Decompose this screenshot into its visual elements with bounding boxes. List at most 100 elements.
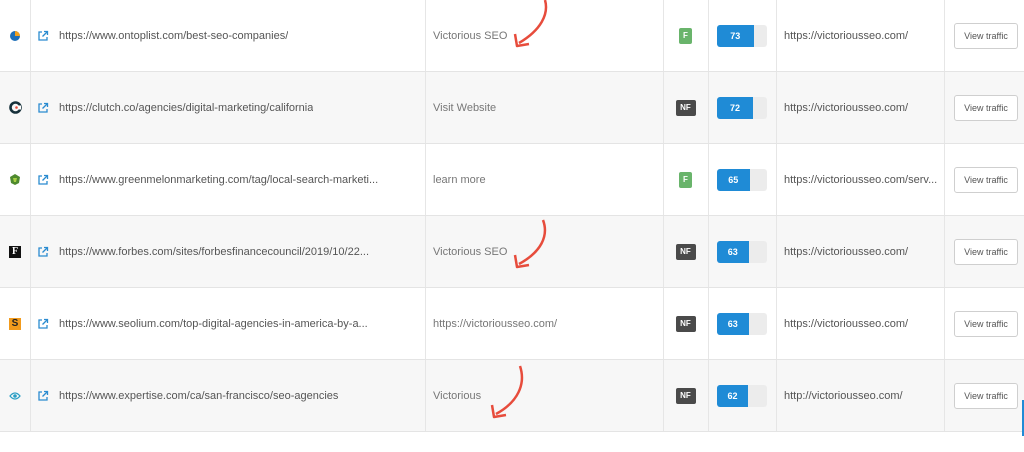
expertise-icon <box>8 389 22 403</box>
view-traffic-button[interactable]: View traffic <box>954 22 1018 49</box>
table-row: https://www.expertise.com/ca/san-francis… <box>0 360 1024 432</box>
link-type-cell: NF <box>663 288 708 359</box>
anchor-text: https://victoriousseo.com/ <box>433 317 558 330</box>
source-url-link[interactable]: https://www.forbes.com/sites/forbesfinan… <box>59 246 369 258</box>
action-cell: View traffic <box>944 72 1024 143</box>
favicon-cell: F <box>0 216 30 287</box>
table-row: https://www.ontoplist.com/best-seo-compa… <box>0 0 1024 72</box>
domain-rating-cell: 72 <box>708 72 776 143</box>
domain-rating-value: 73 <box>730 30 741 41</box>
source-url-link[interactable]: https://clutch.co/agencies/digital-marke… <box>59 102 313 114</box>
table-row: Shttps://www.seolium.com/top-digital-age… <box>0 288 1024 360</box>
anchor-cell: learn more <box>425 144 663 215</box>
domain-rating-value: 63 <box>727 246 738 257</box>
link-type-cell: NF <box>663 360 708 431</box>
link-type-badge: NF <box>675 315 696 332</box>
target-url-cell: https://victoriousseo.com/ <box>776 0 944 71</box>
link-type-cell: F <box>663 0 708 71</box>
source-url-cell: https://www.seolium.com/top-digital-agen… <box>30 288 425 359</box>
favicon-cell <box>0 72 30 143</box>
link-type-cell: F <box>663 144 708 215</box>
source-url-cell: https://www.greenmelonmarketing.com/tag/… <box>30 144 425 215</box>
backlinks-table: https://www.ontoplist.com/best-seo-compa… <box>0 0 1024 432</box>
favicon-cell <box>0 0 30 71</box>
action-cell: View traffic <box>944 144 1024 215</box>
link-type-badge: NF <box>675 99 696 116</box>
link-type-cell: NF <box>663 216 708 287</box>
link-type-badge: NF <box>675 243 696 260</box>
favicon-cell <box>0 360 30 431</box>
link-type-badge: NF <box>675 387 696 404</box>
target-url-cell: http://victoriousseo.com/ <box>776 360 944 431</box>
domain-rating-cell: 63 <box>708 288 776 359</box>
domain-rating-cell: 63 <box>708 216 776 287</box>
seolium-icon: S <box>8 317 22 331</box>
target-url-cell: https://victoriousseo.com/ <box>776 288 944 359</box>
domain-rating-bar: 63 <box>717 240 767 263</box>
target-url-text: https://victoriousseo.com/serv... <box>784 173 938 186</box>
anchor-text: Victorious SEO <box>433 245 508 258</box>
target-url-text: http://victoriousseo.com/ <box>784 389 903 402</box>
external-link-icon[interactable] <box>37 30 49 42</box>
domain-rating-value: 72 <box>729 102 740 113</box>
view-traffic-button[interactable]: View traffic <box>954 166 1018 193</box>
favicon-cell: S <box>0 288 30 359</box>
domain-rating-bar: 62 <box>717 384 767 407</box>
domain-rating-bar: 72 <box>717 96 767 119</box>
view-traffic-button[interactable]: View traffic <box>954 310 1018 337</box>
source-url-cell: https://www.expertise.com/ca/san-francis… <box>30 360 425 431</box>
table-row: https://www.greenmelonmarketing.com/tag/… <box>0 144 1024 216</box>
external-link-icon[interactable] <box>37 246 49 258</box>
table-row: Fhttps://www.forbes.com/sites/forbesfina… <box>0 216 1024 288</box>
domain-rating-value: 65 <box>728 174 739 185</box>
source-url-cell: https://www.forbes.com/sites/forbesfinan… <box>30 216 425 287</box>
source-url-link[interactable]: https://www.seolium.com/top-digital-agen… <box>59 318 368 330</box>
target-url-cell: https://victoriousseo.com/ <box>776 72 944 143</box>
ontoplist-icon <box>8 29 22 43</box>
target-url-text: https://victoriousseo.com/ <box>784 29 909 42</box>
external-link-icon[interactable] <box>37 318 49 330</box>
action-cell: View traffic <box>944 216 1024 287</box>
link-type-cell: NF <box>663 72 708 143</box>
action-cell: View traffic <box>944 288 1024 359</box>
table-row: https://clutch.co/agencies/digital-marke… <box>0 72 1024 144</box>
view-traffic-button[interactable]: View traffic <box>954 94 1018 121</box>
domain-rating-value: 62 <box>727 390 738 401</box>
source-url-link[interactable]: https://www.expertise.com/ca/san-francis… <box>59 390 338 402</box>
domain-rating-bar: 73 <box>717 24 767 47</box>
greenmelon-icon <box>8 173 22 187</box>
target-url-text: https://victoriousseo.com/ <box>784 101 909 114</box>
external-link-icon[interactable] <box>37 174 49 186</box>
external-link-icon[interactable] <box>37 102 49 114</box>
anchor-cell: Victorious SEO <box>425 0 663 71</box>
anchor-text: Victorious SEO <box>433 29 508 42</box>
target-url-cell: https://victoriousseo.com/ <box>776 216 944 287</box>
anchor-cell: https://victoriousseo.com/ <box>425 288 663 359</box>
anchor-text: Victorious <box>433 389 482 402</box>
link-type-badge: F <box>679 171 692 188</box>
anchor-cell: Visit Website <box>425 72 663 143</box>
target-url-text: https://victoriousseo.com/ <box>784 317 909 330</box>
view-traffic-button[interactable]: View traffic <box>954 382 1018 409</box>
domain-rating-bar: 63 <box>717 312 767 335</box>
clutch-icon <box>8 101 22 115</box>
domain-rating-cell: 65 <box>708 144 776 215</box>
target-url-text: https://victoriousseo.com/ <box>784 245 909 258</box>
action-cell: View traffic <box>944 360 1024 431</box>
action-cell: View traffic <box>944 0 1024 71</box>
domain-rating-cell: 62 <box>708 360 776 431</box>
view-traffic-button[interactable]: View traffic <box>954 238 1018 265</box>
anchor-text: Visit Website <box>433 101 497 114</box>
domain-rating-bar: 65 <box>717 168 767 191</box>
anchor-cell: Victorious SEO <box>425 216 663 287</box>
source-url-link[interactable]: https://www.greenmelonmarketing.com/tag/… <box>59 174 378 186</box>
favicon-cell <box>0 144 30 215</box>
source-url-link[interactable]: https://www.ontoplist.com/best-seo-compa… <box>59 30 288 42</box>
source-url-cell: https://www.ontoplist.com/best-seo-compa… <box>30 0 425 71</box>
anchor-text: learn more <box>433 173 486 186</box>
domain-rating-cell: 73 <box>708 0 776 71</box>
target-url-cell: https://victoriousseo.com/serv... <box>776 144 944 215</box>
anchor-cell: Victorious <box>425 360 663 431</box>
external-link-icon[interactable] <box>37 390 49 402</box>
source-url-cell: https://clutch.co/agencies/digital-marke… <box>30 72 425 143</box>
